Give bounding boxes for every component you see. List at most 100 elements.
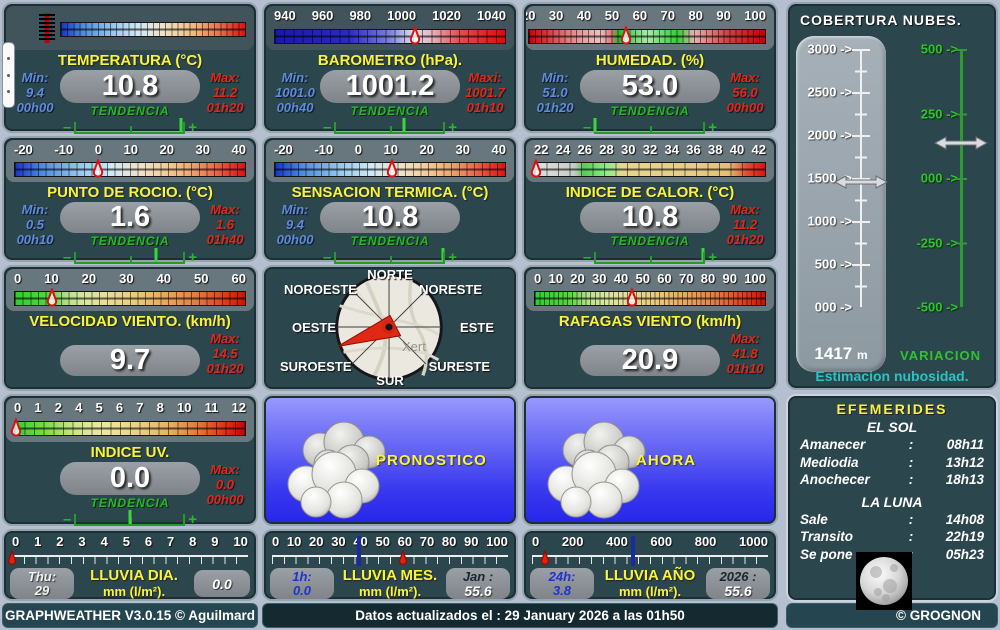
scale-label: 24: [556, 142, 570, 157]
scale-label: 1: [34, 400, 41, 415]
cobertura-title: COBERTURA NUBES.: [800, 12, 962, 28]
variation-scale-label: -250 ->: [916, 235, 958, 250]
scale-label: 7: [136, 400, 143, 415]
scale-label: 20: [419, 142, 433, 157]
minus-sign: –: [583, 251, 591, 264]
scale-label: 1000: [387, 8, 416, 23]
hour-label: 1h:: [292, 570, 312, 584]
scale-label: 90: [464, 534, 478, 549]
event-time: 22h19: [934, 528, 984, 546]
rain-value: 0.0: [212, 577, 231, 591]
scale-label: 80: [442, 534, 456, 549]
side-slider-handle[interactable]: [2, 42, 15, 108]
scale-label: 0: [14, 400, 21, 415]
rain-unit-line: mm (l/m²).: [334, 584, 446, 600]
rain-unit-line: mm (l/m²).: [594, 584, 706, 600]
variation-scale-label: 500 ->: [921, 42, 958, 57]
panel-punto-rocio: -20-10010203040 PUNTO DE ROCIO. (°C) Min…: [2, 136, 258, 262]
max-label: Max:: [200, 70, 250, 85]
tendencia-track: [594, 248, 705, 264]
barometro-max: Maxi: 1001.7 01h10: [460, 70, 510, 134]
temperatura-min: Min: 9.4 00h00: [10, 70, 60, 134]
panel-lluvia-dia: 012345678910 Thu: 29 LLUVIA DIA. mm (l/m…: [2, 529, 258, 601]
scale-label: 40: [232, 142, 246, 157]
pronostico-label: PRONOSTICO: [376, 452, 487, 469]
footer-app-version: GRAPHWEATHER V3.0.15 © Aguilmard: [2, 603, 258, 628]
panel-temperatura: TEMPERATURA (°C) Min: 9.4 00h00 10.8 TEN…: [2, 2, 258, 133]
variation-scale-label: -500 ->: [916, 300, 958, 315]
rafagas-max: Max: 41.8 01h10: [720, 331, 770, 389]
plus-sign: +: [188, 513, 197, 526]
humedad-title: HUMEDAD. (%): [524, 52, 776, 69]
panel-indice-calor: 2224262830323436384042 INDICE DE CALOR. …: [522, 136, 778, 262]
humedad-max: Max: 56.0 00h00: [720, 70, 770, 134]
sun-section-header: EL SOL: [788, 419, 996, 435]
lluvia-dia-date-box: Thu: 29: [10, 568, 74, 599]
tendencia-label: TENDENCIA: [610, 234, 689, 248]
lluvia-dia-value-box: 0.0: [194, 570, 250, 597]
scale-label: 30: [331, 534, 345, 549]
solar-noon-row: Mediodia : 13h12: [788, 454, 996, 472]
scale-ticks: [15, 292, 245, 305]
separator: :: [888, 454, 934, 472]
altitude-scale-label: 500 ->: [815, 257, 852, 272]
lluvia-mes-value-box: Jan : 55.6: [446, 568, 510, 599]
humedad-color-bar: [528, 29, 766, 44]
cloud-base-marker-arrow[interactable]: [834, 175, 888, 195]
scale-label: 60: [633, 8, 647, 23]
max-time: 01h20: [200, 100, 250, 115]
scale-label: 90: [716, 8, 730, 23]
min-label: Min:: [530, 70, 580, 85]
max-value: 0.0: [200, 477, 250, 492]
lluvia-ano-title: LLUVIA AÑO mm (l/m²).: [594, 568, 706, 600]
panel-pronostico: PRONOSTICO: [262, 394, 518, 526]
variation-marker-arrow[interactable]: [934, 136, 988, 156]
scale-label: 30: [196, 142, 210, 157]
period-value: 3.8: [553, 584, 571, 598]
max-value: 1.6: [200, 217, 250, 232]
max-label: Max:: [200, 462, 250, 477]
scale-label: 20: [570, 271, 584, 286]
max-time: 00h00: [720, 100, 770, 115]
tendencia-label: TENDENCIA: [350, 234, 429, 248]
scale-label: 1040: [477, 8, 506, 23]
rafagas-title: RAFAGAS VIENTO (km/h): [524, 313, 776, 330]
punto-rocio-color-bar: [14, 162, 246, 177]
max-label: Max:: [720, 331, 770, 346]
minus-sign: –: [63, 251, 71, 264]
scale-label: 10: [287, 534, 301, 549]
rain-value: 55.6: [464, 584, 491, 598]
scale-label: 5: [96, 400, 103, 415]
scale-label: 30: [621, 142, 635, 157]
scale-label: 4: [101, 534, 108, 549]
barometro-title: BAROMETRO (hPa).: [264, 52, 516, 69]
rafagas-scale: 0102030405060708090100: [526, 269, 774, 311]
indice-calor-value: 10.8: [580, 202, 720, 233]
max-label: Max:: [720, 70, 770, 85]
sensacion-value: 10.8: [320, 202, 460, 233]
scale-label: 50: [605, 8, 619, 23]
indice-calor-max: Max: 11.2 01h20: [720, 202, 770, 264]
temperatura-scale: [6, 6, 254, 50]
panel-wind-compass: Xert NORTE NORESTE ESTE SURESTE SUR SURO…: [262, 265, 518, 391]
min-label: Min:: [10, 202, 60, 217]
scale-ticks: [275, 30, 505, 43]
scale-label: 40: [157, 271, 171, 286]
hour-value: 0.0: [293, 584, 311, 598]
altitude-scale-label: 2000 ->: [808, 128, 852, 143]
plus-sign: +: [708, 121, 717, 134]
panel-barometro: 940960980100010201040 BAROMETRO (hPa). M…: [262, 2, 518, 133]
scale-label: 30: [119, 271, 133, 286]
separator: :: [888, 471, 934, 489]
panel-humedad: 2030405060708090100 HUMEDAD. (%) Min: 51…: [522, 2, 778, 133]
tendencia-track: [74, 510, 185, 526]
max-label: Maxi:: [460, 70, 510, 85]
scale-label: 0: [14, 271, 21, 286]
punto-rocio-value: 1.6: [60, 202, 200, 233]
scale-label: 11: [205, 400, 219, 415]
compass-label-sur: SUR: [376, 373, 403, 388]
punto-rocio-scale: -20-10010203040: [6, 140, 254, 182]
scale-label: 20: [309, 534, 323, 549]
panel-ahora: AHORA: [522, 394, 778, 526]
velocidad-color-bar: [14, 291, 246, 306]
